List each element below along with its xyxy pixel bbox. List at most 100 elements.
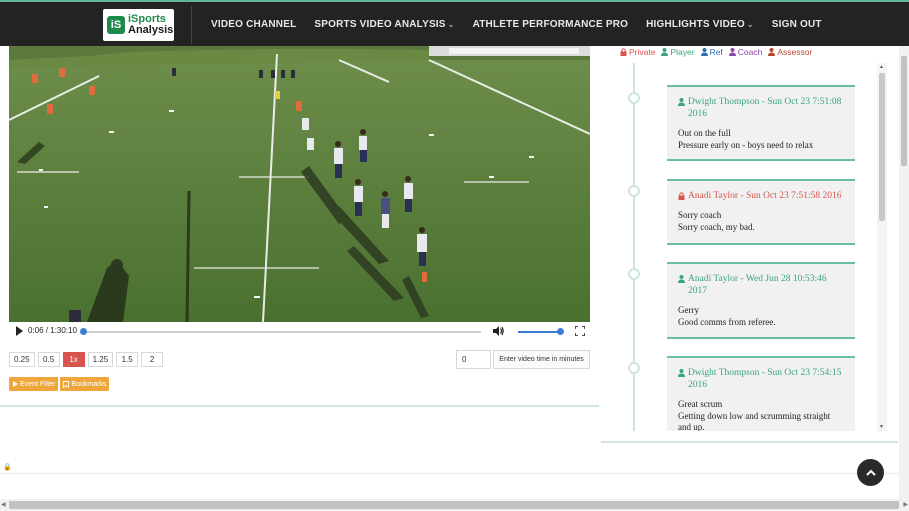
volume-icon[interactable] [492,325,504,337]
seek-bar[interactable] [83,331,481,333]
comment-line: Gerry [678,305,699,315]
comment-card[interactable]: Anadi Taylor - Sun Oct 23 7:51:58 2016 S… [667,179,855,245]
enter-video-time-button[interactable]: Enter video time in minutes [493,350,590,369]
timeline-dot [628,92,640,104]
user-icon [678,275,685,283]
comment-author: Dwight Thompson - Sun Oct 23 7:54:15 201… [688,368,842,390]
site-logo[interactable]: iS iSports Analysis [103,9,174,41]
volume-handle[interactable] [557,328,564,335]
speed-1.25-button[interactable]: 1.25 [87,352,114,367]
video-frame[interactable] [9,46,590,322]
nav-video-channel[interactable]: VIDEO CHANNEL [211,19,296,30]
scroll-down-arrow-icon[interactable]: ▼ [879,424,884,430]
logo-mark: iS [107,16,125,34]
legend-player: Player [661,47,695,57]
user-icon [768,48,776,56]
footer-divider [0,473,909,474]
lock-icon [678,192,685,200]
legend-label: Private [629,47,656,57]
comment-header: Dwight Thompson - Sun Oct 23 7:51:08 201… [678,96,845,120]
scrollbar-thumb[interactable] [9,501,899,509]
scrollbar-thumb[interactable] [879,73,885,221]
bookmarks-label: Bookmarks [71,380,107,388]
speed-0.25-button[interactable]: 0.25 [9,352,35,367]
comment-body: Out on the full Pressure early on - boys… [678,128,845,151]
nav-divider [191,6,192,44]
volume-slider[interactable] [518,331,560,333]
comment-card[interactable]: Dwight Thompson - Sun Oct 23 7:54:15 201… [667,356,855,431]
speed-0.5-button[interactable]: 0.5 [37,352,60,367]
event-filter-button[interactable]: Event Filter [9,377,59,391]
legend-private: Private [620,47,655,57]
comment-card[interactable]: Dwight Thompson - Sun Oct 23 7:51:08 201… [667,85,855,161]
chevron-down-icon: ⌄ [447,19,455,29]
legend-label: Player [670,47,695,57]
timeline-line [633,63,635,431]
comment-line: Good comms from referee. [678,316,776,327]
comment-role-legend: Private Player Ref Coach Assessor [620,47,818,57]
comment-line: Pressure early on - boys need to relax [678,139,814,150]
comment-line: Getting down low and scrumming straight … [678,410,831,432]
video-controls: 0:06 / 1:30:10 [9,322,590,342]
nav-highlights-video[interactable]: HIGHLIGHTS VIDEO ⌄ [646,19,754,30]
section-divider [601,441,898,443]
user-icon [661,48,669,56]
lock-icon [620,48,627,56]
comment-feed-scrollbar[interactable]: ▲ ▼ [877,63,887,431]
comment-line: Sorry coach [678,210,722,220]
play-icon[interactable] [16,326,23,336]
comment-body: Sorry coach Sorry coach, my bad. [678,210,845,233]
speed-1x-button[interactable]: 1x [62,352,85,367]
comment-header: Dwight Thompson - Sun Oct 23 7:54:15 201… [678,367,845,391]
timeline-dot [628,268,640,280]
top-navbar: iS iSports Analysis VIDEO CHANNEL SPORTS… [0,0,909,46]
fullscreen-icon[interactable] [575,326,585,336]
chevron-up-icon [865,469,876,476]
nav-sports-video-analysis[interactable]: SPORTS VIDEO ANALYSIS ⌄ [314,19,454,30]
scroll-right-arrow-icon[interactable]: ▶ [903,501,908,508]
scroll-left-arrow-icon[interactable]: ◀ [1,501,6,508]
bookmark-icon [63,380,70,388]
legend-assessor: Assessor [768,47,812,57]
comment-line: Out on the full [678,128,731,138]
speed-1.5-button[interactable]: 1.5 [116,352,139,367]
user-icon [678,369,685,377]
legend-ref: Ref [700,47,723,57]
scroll-up-arrow-icon[interactable]: ▲ [879,64,884,70]
chevron-down-icon: ⌄ [746,19,754,29]
playback-speed-group: 0.25 0.5 1x 1.25 1.5 2 [9,352,166,367]
nav-label: VIDEO CHANNEL [211,18,297,30]
page-vertical-scrollbar[interactable] [899,46,909,499]
video-time-input[interactable]: 0 [456,350,491,369]
legend-label: Assessor [777,47,813,57]
back-to-top-button[interactable] [857,459,884,486]
rugby-field-image [9,46,590,322]
time-display: 0:06 / 1:30:10 [28,326,77,335]
nav-label: SIGN OUT [771,18,822,30]
nav-sign-out[interactable]: SIGN OUT [772,19,822,30]
comment-author: Dwight Thompson - Sun Oct 23 7:51:08 201… [688,97,842,119]
comment-card[interactable]: Anadi Taylor - Wed Jun 28 10:53:46 2017 … [667,262,855,339]
filter-button-group: Event Filter Bookmarks [9,377,111,391]
comment-body: Great scrum Getting down low and scrummi… [678,399,845,431]
scrollbar-thumb[interactable] [901,56,907,166]
user-icon [678,98,685,106]
lock-icon[interactable]: 🔒 [3,463,12,471]
nav-label: SPORTS VIDEO ANALYSIS [314,18,446,30]
event-filter-label: Event Filter [20,380,56,388]
bookmarks-button[interactable]: Bookmarks [60,377,110,391]
nav-menu: VIDEO CHANNEL SPORTS VIDEO ANALYSIS ⌄ ATH… [202,2,831,46]
comment-author: Anadi Taylor - Sun Oct 23 7:51:58 2016 [688,191,842,201]
comment-author: Anadi Taylor - Wed Jun 28 10:53:46 2017 [688,274,827,296]
seek-handle[interactable] [80,328,87,335]
timeline-dot [628,185,640,197]
comment-body: Gerry Good comms from referee. [678,305,845,328]
page-horizontal-scrollbar[interactable]: ◀ ▶ [0,499,909,511]
comment-timeline[interactable]: Dwight Thompson - Sun Oct 23 7:51:08 201… [601,63,887,431]
nav-athlete-performance-pro[interactable]: ATHLETE PERFORMANCE PRO [473,19,629,30]
timeline-dot [628,362,640,374]
legend-label: Coach [737,47,763,57]
legend-label: Ref [709,47,723,57]
speed-2-button[interactable]: 2 [141,352,164,367]
comment-line: Great scrum [678,399,723,409]
